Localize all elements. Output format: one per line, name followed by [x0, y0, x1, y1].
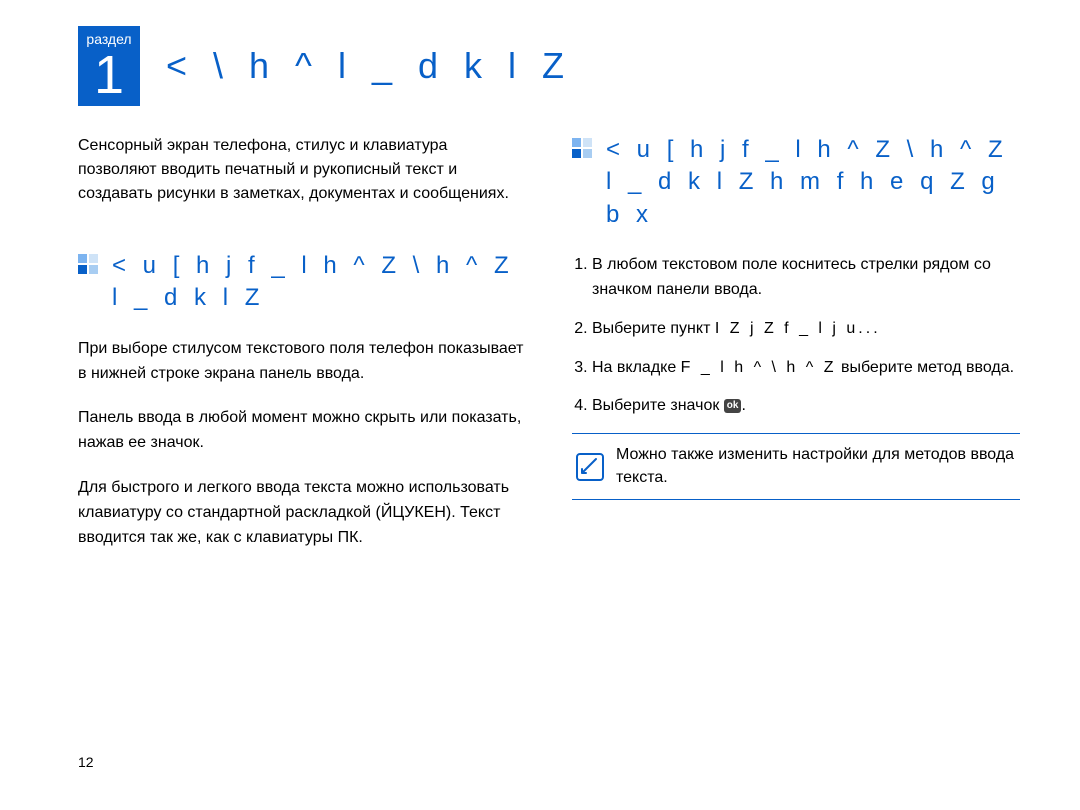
step-2-text-a: Выберите пункт [592, 320, 715, 337]
ok-icon: ok [724, 399, 742, 413]
left-paragraph-2: Панель ввода в любой момент можно скрыть… [78, 406, 526, 456]
left-column: Сенсорный экран телефона, стилус и клави… [78, 134, 526, 570]
chapter-badge: раздел 1 [78, 26, 140, 106]
page-number: 12 [78, 754, 94, 770]
step-4: Выберите значок ok. [592, 394, 1020, 419]
square-bullet-icon [572, 138, 592, 158]
chapter-number: 1 [78, 48, 140, 102]
step-3-text-c: выберите метод ввода. [837, 359, 1015, 376]
step-4-text-a: Выберите значок [592, 397, 724, 414]
note-text: Можно также изменить настройки для метод… [616, 444, 1016, 489]
left-heading-text: < u [ h j f _ l h ^ Z \ h ^ Z l _ d k l … [112, 250, 526, 315]
note-box: Можно также изменить настройки для метод… [572, 433, 1020, 500]
chapter-label: раздел [78, 32, 140, 46]
step-2-fragment: I Z j Z f _ l j u... [715, 320, 881, 337]
left-section-heading: < u [ h j f _ l h ^ Z \ h ^ Z l _ d k l … [78, 250, 526, 315]
right-column: < u [ h j f _ l h ^ Z \ h ^ Z l _ d k l … [572, 134, 1020, 570]
intro-paragraph: Сенсорный экран телефона, стилус и клави… [78, 134, 526, 206]
step-2: Выберите пункт I Z j Z f _ l j u... [592, 317, 1020, 342]
chapter-title: < \ h ^ l _ d k l Z [166, 45, 572, 87]
note-icon [576, 453, 604, 481]
step-4-text-b: . [741, 397, 745, 414]
square-bullet-icon [78, 254, 98, 274]
left-paragraph-1: При выборе стилусом текстового поля теле… [78, 337, 526, 387]
left-paragraph-3: Для быстрого и легкого ввода текста можн… [78, 476, 526, 550]
right-heading-text: < u [ h j f _ l h ^ Z \ h ^ Z l _ d k l … [606, 134, 1020, 231]
step-1: В любом текстовом поле коснитесь стрелки… [592, 253, 1020, 303]
step-3-fragment: F _ l h ^ \ h ^ Z [681, 359, 837, 376]
step-3-text-a: На вкладке [592, 359, 681, 376]
step-3: На вкладке F _ l h ^ \ h ^ Z выберите ме… [592, 356, 1020, 381]
steps-list: В любом текстовом поле коснитесь стрелки… [572, 253, 1020, 419]
right-section-heading: < u [ h j f _ l h ^ Z \ h ^ Z l _ d k l … [572, 134, 1020, 231]
chapter-header: раздел 1 < \ h ^ l _ d k l Z [78, 26, 1020, 106]
